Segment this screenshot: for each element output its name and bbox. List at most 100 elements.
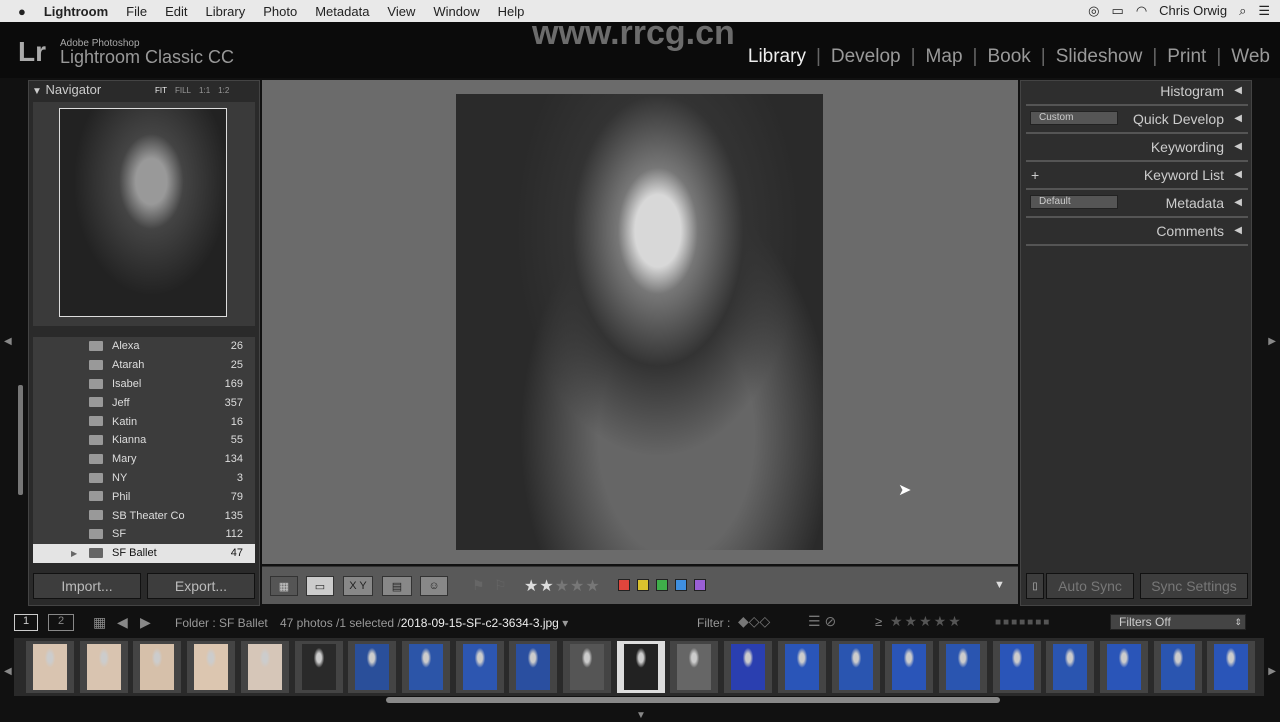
menu-library[interactable]: Library xyxy=(205,4,245,19)
color-label-swatch[interactable] xyxy=(675,579,687,591)
metadata-preset-select[interactable]: Default xyxy=(1030,195,1118,209)
module-slideshow[interactable]: Slideshow xyxy=(1056,46,1143,68)
keyword-list-header[interactable]: Keyword List ◀ xyxy=(1026,164,1248,190)
module-develop[interactable]: Develop xyxy=(831,46,901,68)
menu-app[interactable]: Lightroom xyxy=(44,4,108,19)
filmstrip-thumbnail[interactable] xyxy=(348,641,397,693)
source-folder[interactable]: Folder : SF Ballet xyxy=(175,616,268,630)
filmstrip-thumbnail[interactable] xyxy=(1046,641,1095,693)
module-book[interactable]: Book xyxy=(987,46,1030,68)
navigator-preview-image[interactable] xyxy=(59,108,227,317)
star-icon[interactable]: ★ xyxy=(539,578,554,595)
color-label-swatch[interactable] xyxy=(694,579,706,591)
export-button[interactable]: Export... xyxy=(147,573,255,599)
secondary-window-button[interactable]: 2 xyxy=(48,614,74,631)
folder-row[interactable]: Alexa 26 xyxy=(33,337,255,356)
filmstrip-thumbnail[interactable] xyxy=(294,641,343,693)
toolbar-options-chevron-icon[interactable]: ▼ xyxy=(994,579,1005,591)
filmstrip-thumbnail[interactable] xyxy=(1100,641,1148,693)
left-panel-toggle-icon[interactable]: ◀ xyxy=(4,336,12,347)
menu-edit[interactable]: Edit xyxy=(165,4,187,19)
filmstrip-thumbnail[interactable] xyxy=(831,641,880,693)
zoom-fit[interactable]: FIT xyxy=(155,86,167,95)
menu-view[interactable]: View xyxy=(387,4,415,19)
flag-icon[interactable]: ⚑ xyxy=(472,577,485,594)
rating-filter-stars[interactable]: ★★★★★ xyxy=(890,613,963,630)
star-rating[interactable]: ★★★★★ xyxy=(524,576,601,596)
star-icon[interactable]: ★ xyxy=(570,578,585,595)
filmstrip-thumbnail[interactable] xyxy=(1153,641,1202,693)
filmstrip-thumbnail[interactable] xyxy=(509,641,558,693)
filmstrip-thumbnail[interactable] xyxy=(724,641,773,693)
forward-arrow-icon[interactable]: ▶ xyxy=(140,614,151,631)
filmstrip-thumbnail[interactable] xyxy=(885,641,934,693)
folder-row[interactable]: Mary 134 xyxy=(33,450,255,469)
folder-row[interactable]: SF 112 xyxy=(33,525,255,544)
main-photo[interactable] xyxy=(456,94,823,550)
star-icon[interactable]: ★ xyxy=(585,578,600,595)
back-arrow-icon[interactable]: ◀ xyxy=(117,614,128,631)
filmstrip-thumbnail[interactable] xyxy=(1207,641,1256,693)
expand-icon[interactable]: ▶ xyxy=(71,549,77,558)
apple-icon[interactable]: ● xyxy=(18,4,26,19)
grid-icon[interactable]: ▦ xyxy=(93,614,106,631)
dropdown-icon[interactable]: ▾ xyxy=(562,616,568,630)
filename[interactable]: 2018-09-15-SF-c2-3634-3.jpg xyxy=(401,616,559,630)
import-button[interactable]: Import... xyxy=(33,573,141,599)
quick-develop-preset-select[interactable]: Custom xyxy=(1030,111,1118,125)
filmstrip-thumbnail[interactable] xyxy=(240,641,289,693)
histogram-header[interactable]: Histogram ◀ xyxy=(1026,80,1248,106)
filmstrip-thumbnail[interactable] xyxy=(133,641,182,693)
zoom-fill[interactable]: FILL xyxy=(175,86,191,95)
folder-row[interactable]: Jeff 357 xyxy=(33,393,255,412)
color-filter-icons[interactable]: ■■■■■■■ xyxy=(995,617,1051,628)
color-label-swatch[interactable] xyxy=(656,579,668,591)
filmstrip-thumbnail[interactable] xyxy=(938,641,987,693)
folder-row[interactable]: Kianna 55 xyxy=(33,431,255,450)
filmstrip-thumbnail[interactable] xyxy=(401,641,450,693)
search-icon[interactable]: ⌕ xyxy=(1239,3,1246,19)
compare-view-button[interactable]: X Y xyxy=(343,576,373,596)
zoom-1-2[interactable]: 1:2 xyxy=(218,86,229,95)
filmstrip-thumbnail[interactable] xyxy=(79,641,128,693)
star-icon[interactable]: ★ xyxy=(555,578,570,595)
menu-help[interactable]: Help xyxy=(498,4,525,19)
loupe-view-icon[interactable]: ▭ xyxy=(306,576,334,596)
folder-row[interactable]: Atarah 25 xyxy=(33,356,255,375)
main-window-button[interactable]: 1 xyxy=(14,614,38,631)
filmstrip-thumbnail[interactable] xyxy=(187,641,236,693)
left-panel-scrollbar[interactable] xyxy=(18,385,23,495)
menu-photo[interactable]: Photo xyxy=(263,4,297,19)
menu-window[interactable]: Window xyxy=(433,4,479,19)
filmstrip-left-icon[interactable]: ◀ xyxy=(4,666,12,677)
filmstrip-thumbnail[interactable] xyxy=(26,641,74,693)
rating-operator[interactable]: ≥ xyxy=(875,614,882,629)
menu-file[interactable]: File xyxy=(126,4,147,19)
folder-row[interactable]: ▶ SF Ballet 47 xyxy=(33,543,255,563)
filmstrip-thumbnail[interactable] xyxy=(670,641,719,693)
grid-view-icon[interactable]: ▦ xyxy=(270,576,298,596)
color-label-swatch[interactable] xyxy=(618,579,630,591)
color-label-swatch[interactable] xyxy=(637,579,649,591)
sync-settings-button[interactable]: Sync Settings xyxy=(1140,573,1248,599)
folder-row[interactable]: SB Theater Co 135 xyxy=(33,506,255,525)
wifi-icon[interactable]: ◠ xyxy=(1136,3,1147,19)
people-view-icon[interactable]: ☺ xyxy=(420,576,448,596)
creative-cloud-icon[interactable]: ◎ xyxy=(1088,3,1099,19)
comments-header[interactable]: Comments ◀ xyxy=(1026,220,1248,246)
folder-row[interactable]: NY 3 xyxy=(33,469,255,488)
right-panel-toggle-icon[interactable]: ▶ xyxy=(1268,336,1276,347)
filmstrip-thumbnail[interactable] xyxy=(455,641,504,693)
edit-filter-icons[interactable]: ☰ ⊘ xyxy=(808,613,836,630)
flag-filter-icons[interactable]: ◆◇◇ xyxy=(738,613,770,630)
filmstrip-right-icon[interactable]: ▶ xyxy=(1268,666,1276,677)
display-icon[interactable]: ▭ xyxy=(1112,3,1124,19)
filmstrip-thumbnail[interactable] xyxy=(563,641,611,693)
filmstrip-scrollbar[interactable] xyxy=(386,697,1000,703)
filmstrip-thumbnail[interactable] xyxy=(992,641,1041,693)
star-icon[interactable]: ★ xyxy=(524,578,539,595)
zoom-1-1[interactable]: 1:1 xyxy=(199,86,210,95)
folder-row[interactable]: Katin 16 xyxy=(33,412,255,431)
list-icon[interactable]: ☰ xyxy=(1258,3,1270,19)
module-map[interactable]: Map xyxy=(926,46,963,68)
